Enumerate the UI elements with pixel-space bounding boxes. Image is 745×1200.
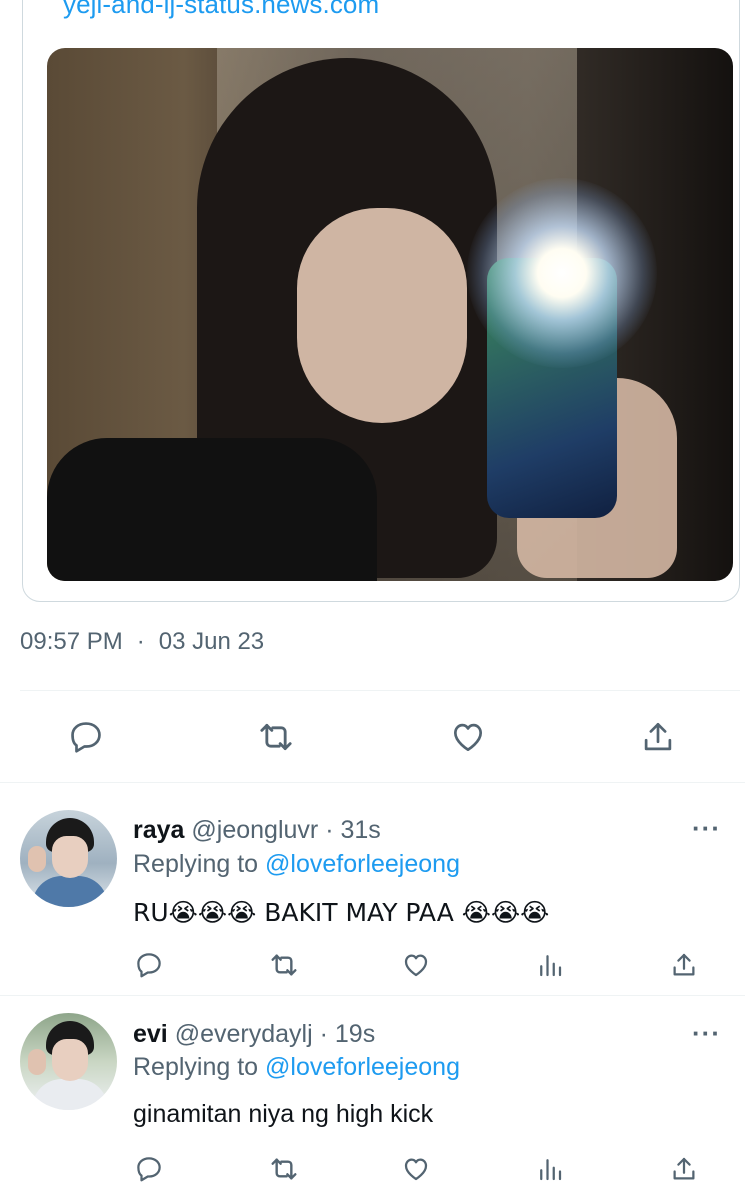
- replying-prefix: Replying to: [133, 1053, 259, 1081]
- like-icon: [404, 1158, 428, 1181]
- card-domain[interactable]: yeji-and-lj-status.news.com: [63, 0, 379, 20]
- share-button[interactable]: [667, 948, 701, 982]
- photo-jacket: [47, 438, 377, 581]
- reply-text: ginamitan niya ng high kick: [133, 1100, 434, 1128]
- share-button[interactable]: [636, 715, 680, 759]
- more-options-button[interactable]: ···: [692, 813, 721, 844]
- photo-face: [297, 208, 467, 423]
- card-photo[interactable]: [47, 48, 733, 581]
- avatar[interactable]: [20, 1013, 117, 1110]
- share-icon: [644, 722, 672, 751]
- timestamp-separator: ·: [136, 628, 145, 655]
- avatar-body: [32, 876, 108, 907]
- analytics-icon: [540, 955, 562, 977]
- reply-age: 31s: [340, 816, 381, 844]
- reply-icon: [137, 953, 161, 978]
- like-icon: [404, 954, 428, 977]
- retweet-icon: [271, 954, 297, 976]
- reply-item[interactable]: evi @everydaylj · 19s ··· Replying to @l…: [0, 996, 745, 1200]
- retweet-button[interactable]: [267, 948, 301, 982]
- reply-header: raya @jeongluvr · 31s: [133, 816, 381, 845]
- more-options-button[interactable]: ···: [692, 1018, 721, 1049]
- retweet-icon: [271, 1158, 297, 1180]
- tweet-time: 09:57 PM: [20, 628, 123, 655]
- analytics-button[interactable]: [533, 1152, 567, 1186]
- reply-author-name[interactable]: evi: [133, 1020, 168, 1048]
- reply-age: 19s: [334, 1020, 376, 1048]
- analytics-icon: [540, 1159, 562, 1181]
- like-button[interactable]: [399, 1152, 433, 1186]
- retweet-button[interactable]: [254, 715, 298, 759]
- reply-action-bar: [0, 1152, 745, 1192]
- reply-author-handle[interactable]: @jeongluvr: [191, 816, 318, 844]
- reply-author-handle[interactable]: @everydaylj: [175, 1020, 313, 1048]
- replying-prefix: Replying to: [133, 850, 259, 878]
- retweet-icon: [260, 723, 292, 751]
- share-button[interactable]: [667, 1152, 701, 1186]
- tweet-action-bar: [0, 707, 745, 767]
- analytics-button[interactable]: [533, 948, 567, 982]
- avatar-hand: [28, 1049, 46, 1075]
- avatar-body: [32, 1079, 108, 1110]
- reply-dot: ·: [319, 1020, 328, 1048]
- like-icon: [453, 723, 483, 752]
- avatar[interactable]: [20, 810, 117, 907]
- tweet-date: 03 Jun 23: [158, 628, 265, 655]
- retweet-button[interactable]: [267, 1152, 301, 1186]
- reply-item[interactable]: raya @jeongluvr · 31s ··· Replying to @l…: [0, 783, 745, 995]
- replying-mention[interactable]: @loveforleejeong: [265, 1053, 460, 1081]
- reply-icon: [71, 722, 101, 753]
- reply-author-name[interactable]: raya: [133, 816, 184, 844]
- divider-top: [20, 690, 740, 691]
- reply-button[interactable]: [132, 1152, 166, 1186]
- reply-icon: [137, 1157, 161, 1182]
- replying-mention[interactable]: @loveforleejeong: [265, 850, 460, 878]
- reply-action-bar: [0, 948, 745, 988]
- avatar-face: [52, 836, 88, 878]
- tweet-timestamp[interactable]: 09:57 PM · 03 Jun 23: [20, 628, 264, 656]
- like-button[interactable]: [446, 715, 490, 759]
- share-icon: [673, 953, 695, 976]
- replying-to: Replying to @loveforleejeong: [133, 1053, 460, 1082]
- reply-dot: ·: [325, 816, 334, 844]
- replying-to: Replying to @loveforleejeong: [133, 850, 460, 879]
- like-button[interactable]: [399, 948, 433, 982]
- reply-button[interactable]: [132, 948, 166, 982]
- share-icon: [673, 1157, 695, 1180]
- reply-header: evi @everydaylj · 19s: [133, 1020, 375, 1049]
- avatar-face: [52, 1039, 88, 1081]
- reply-text: RU😭😭😭 BAKIT MAY PAA 😭😭😭: [133, 898, 550, 927]
- reply-button[interactable]: [64, 715, 108, 759]
- link-card[interactable]: yeji-and-lj-status.news.com: [22, 0, 740, 602]
- photo-flash: [467, 178, 657, 368]
- avatar-hand: [28, 846, 46, 872]
